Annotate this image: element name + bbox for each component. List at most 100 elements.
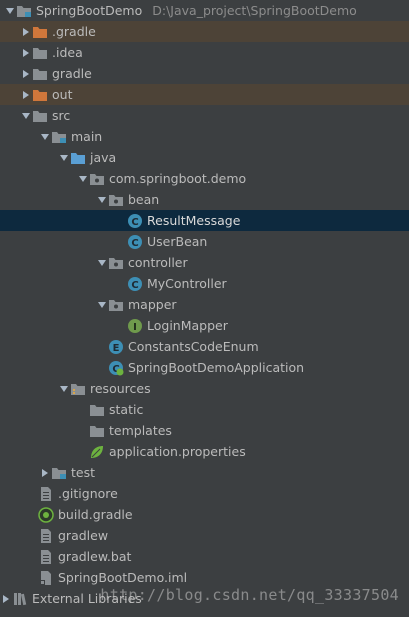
collapsed-arrow-icon[interactable] xyxy=(20,63,32,84)
tree-label: gradlew xyxy=(58,528,109,543)
tree-row-external-libraries[interactable]: External Libraries xyxy=(0,588,409,609)
tree-row-gradlew-bat[interactable]: gradlew.bat xyxy=(0,546,409,567)
folder-icon xyxy=(89,423,105,439)
module-folder-icon xyxy=(16,3,32,19)
tree-row-src[interactable]: src xyxy=(0,105,409,126)
module-folder-icon xyxy=(51,129,67,145)
expanded-arrow-icon[interactable] xyxy=(20,105,32,126)
tree-row-mapper[interactable]: mapper xyxy=(0,294,409,315)
tree-label: ConstantsCodeEnum xyxy=(128,339,259,354)
project-path: D:\Java_project\SpringBootDemo xyxy=(152,3,357,18)
libraries-icon xyxy=(12,591,28,607)
tree-row-userbean[interactable]: C UserBean xyxy=(0,231,409,252)
tree-label: SpringBootDemo xyxy=(36,3,143,18)
tree-label: static xyxy=(109,402,144,417)
expanded-arrow-icon[interactable] xyxy=(96,189,108,210)
tree-row-gradle-dir[interactable]: .gradle xyxy=(0,21,409,42)
tree-row-springbootdemoapplication[interactable]: C SpringBootDemoApplication xyxy=(0,357,409,378)
tree-label: java xyxy=(90,150,117,165)
module-file-icon xyxy=(38,570,54,586)
excluded-folder-icon xyxy=(32,24,48,40)
collapsed-arrow-icon[interactable] xyxy=(20,21,32,42)
tree-row-build-gradle[interactable]: build.gradle xyxy=(0,504,409,525)
folder-icon xyxy=(32,66,48,82)
interface-icon: I xyxy=(127,318,143,334)
tree-label: gradle xyxy=(52,66,92,81)
expanded-arrow-icon[interactable] xyxy=(58,378,70,399)
tree-label: src xyxy=(52,108,71,123)
tree-label: com.springboot.demo xyxy=(109,171,247,186)
tree-row-gradle[interactable]: gradle xyxy=(0,63,409,84)
tree-label: out xyxy=(52,87,73,102)
svg-text:C: C xyxy=(131,217,138,228)
tree-row-bean[interactable]: bean xyxy=(0,189,409,210)
package-icon xyxy=(108,297,124,313)
tree-label: SpringBootDemoApplication xyxy=(128,360,305,375)
collapsed-arrow-icon[interactable] xyxy=(0,588,12,609)
folder-icon xyxy=(32,45,48,61)
svg-text:E: E xyxy=(113,343,120,354)
tree-row-mycontroller[interactable]: C MyController xyxy=(0,273,409,294)
expanded-arrow-icon[interactable] xyxy=(4,0,16,21)
collapsed-arrow-icon[interactable] xyxy=(39,462,51,483)
tree-label: application.properties xyxy=(109,444,246,459)
tree-row-application-properties[interactable]: application.properties xyxy=(0,441,409,462)
tree-row-static[interactable]: static xyxy=(0,399,409,420)
collapsed-arrow-icon[interactable] xyxy=(20,42,32,63)
tree-label: controller xyxy=(128,255,188,270)
tree-row-gradlew[interactable]: gradlew xyxy=(0,525,409,546)
tree-label: templates xyxy=(109,423,172,438)
text-file-icon xyxy=(38,528,54,544)
source-folder-icon xyxy=(70,150,86,166)
module-folder-icon xyxy=(51,465,67,481)
tree-row-templates[interactable]: templates xyxy=(0,420,409,441)
tree-label: bean xyxy=(128,192,160,207)
tree-row-resources[interactable]: resources xyxy=(0,378,409,399)
package-icon xyxy=(108,192,124,208)
tree-row-out[interactable]: out xyxy=(0,84,409,105)
spring-leaf-icon xyxy=(89,444,105,460)
tree-row-package-root[interactable]: com.springboot.demo xyxy=(0,168,409,189)
tree-row-java[interactable]: java xyxy=(0,147,409,168)
tree-row-resultmessage[interactable]: C ResultMessage xyxy=(0,210,409,231)
svg-text:C: C xyxy=(131,280,138,291)
tree-row-project-root[interactable]: SpringBootDemo D:\Java_project\SpringBoo… xyxy=(0,0,409,21)
class-icon: C xyxy=(127,276,143,292)
tree-label: .gitignore xyxy=(58,486,118,501)
folder-icon xyxy=(89,402,105,418)
project-tree: SpringBootDemo D:\Java_project\SpringBoo… xyxy=(0,0,409,617)
tree-label: SpringBootDemo.iml xyxy=(58,570,188,585)
tree-label: ResultMessage xyxy=(147,213,241,228)
text-file-icon xyxy=(38,486,54,502)
class-icon: C xyxy=(127,234,143,250)
folder-icon xyxy=(32,108,48,124)
expanded-arrow-icon[interactable] xyxy=(77,168,89,189)
tree-row-idea[interactable]: .idea xyxy=(0,42,409,63)
tree-row-loginmapper[interactable]: I LoginMapper xyxy=(0,315,409,336)
collapsed-arrow-icon[interactable] xyxy=(20,84,32,105)
tree-label: resources xyxy=(90,381,151,396)
spring-boot-class-icon: C xyxy=(108,360,124,376)
tree-label: test xyxy=(71,465,96,480)
tree-label: mapper xyxy=(128,297,177,312)
expanded-arrow-icon[interactable] xyxy=(96,252,108,273)
tree-row-gitignore[interactable]: .gitignore xyxy=(0,483,409,504)
tree-row-constantscodeenum[interactable]: E ConstantsCodeEnum xyxy=(0,336,409,357)
text-file-icon xyxy=(38,549,54,565)
tree-row-controller[interactable]: controller xyxy=(0,252,409,273)
svg-text:C: C xyxy=(131,238,138,249)
expanded-arrow-icon[interactable] xyxy=(39,126,51,147)
tree-row-main[interactable]: main xyxy=(0,126,409,147)
tree-label: LoginMapper xyxy=(147,318,228,333)
expanded-arrow-icon[interactable] xyxy=(96,294,108,315)
tree-label: MyController xyxy=(147,276,227,291)
tree-label: main xyxy=(71,129,103,144)
gradle-icon xyxy=(38,506,54,523)
tree-label: .idea xyxy=(52,45,83,60)
expanded-arrow-icon[interactable] xyxy=(58,147,70,168)
package-icon xyxy=(108,255,124,271)
tree-row-test[interactable]: test xyxy=(0,462,409,483)
tree-row-iml[interactable]: SpringBootDemo.iml xyxy=(0,567,409,588)
resources-folder-icon xyxy=(70,381,86,397)
tree-label: UserBean xyxy=(147,234,208,249)
